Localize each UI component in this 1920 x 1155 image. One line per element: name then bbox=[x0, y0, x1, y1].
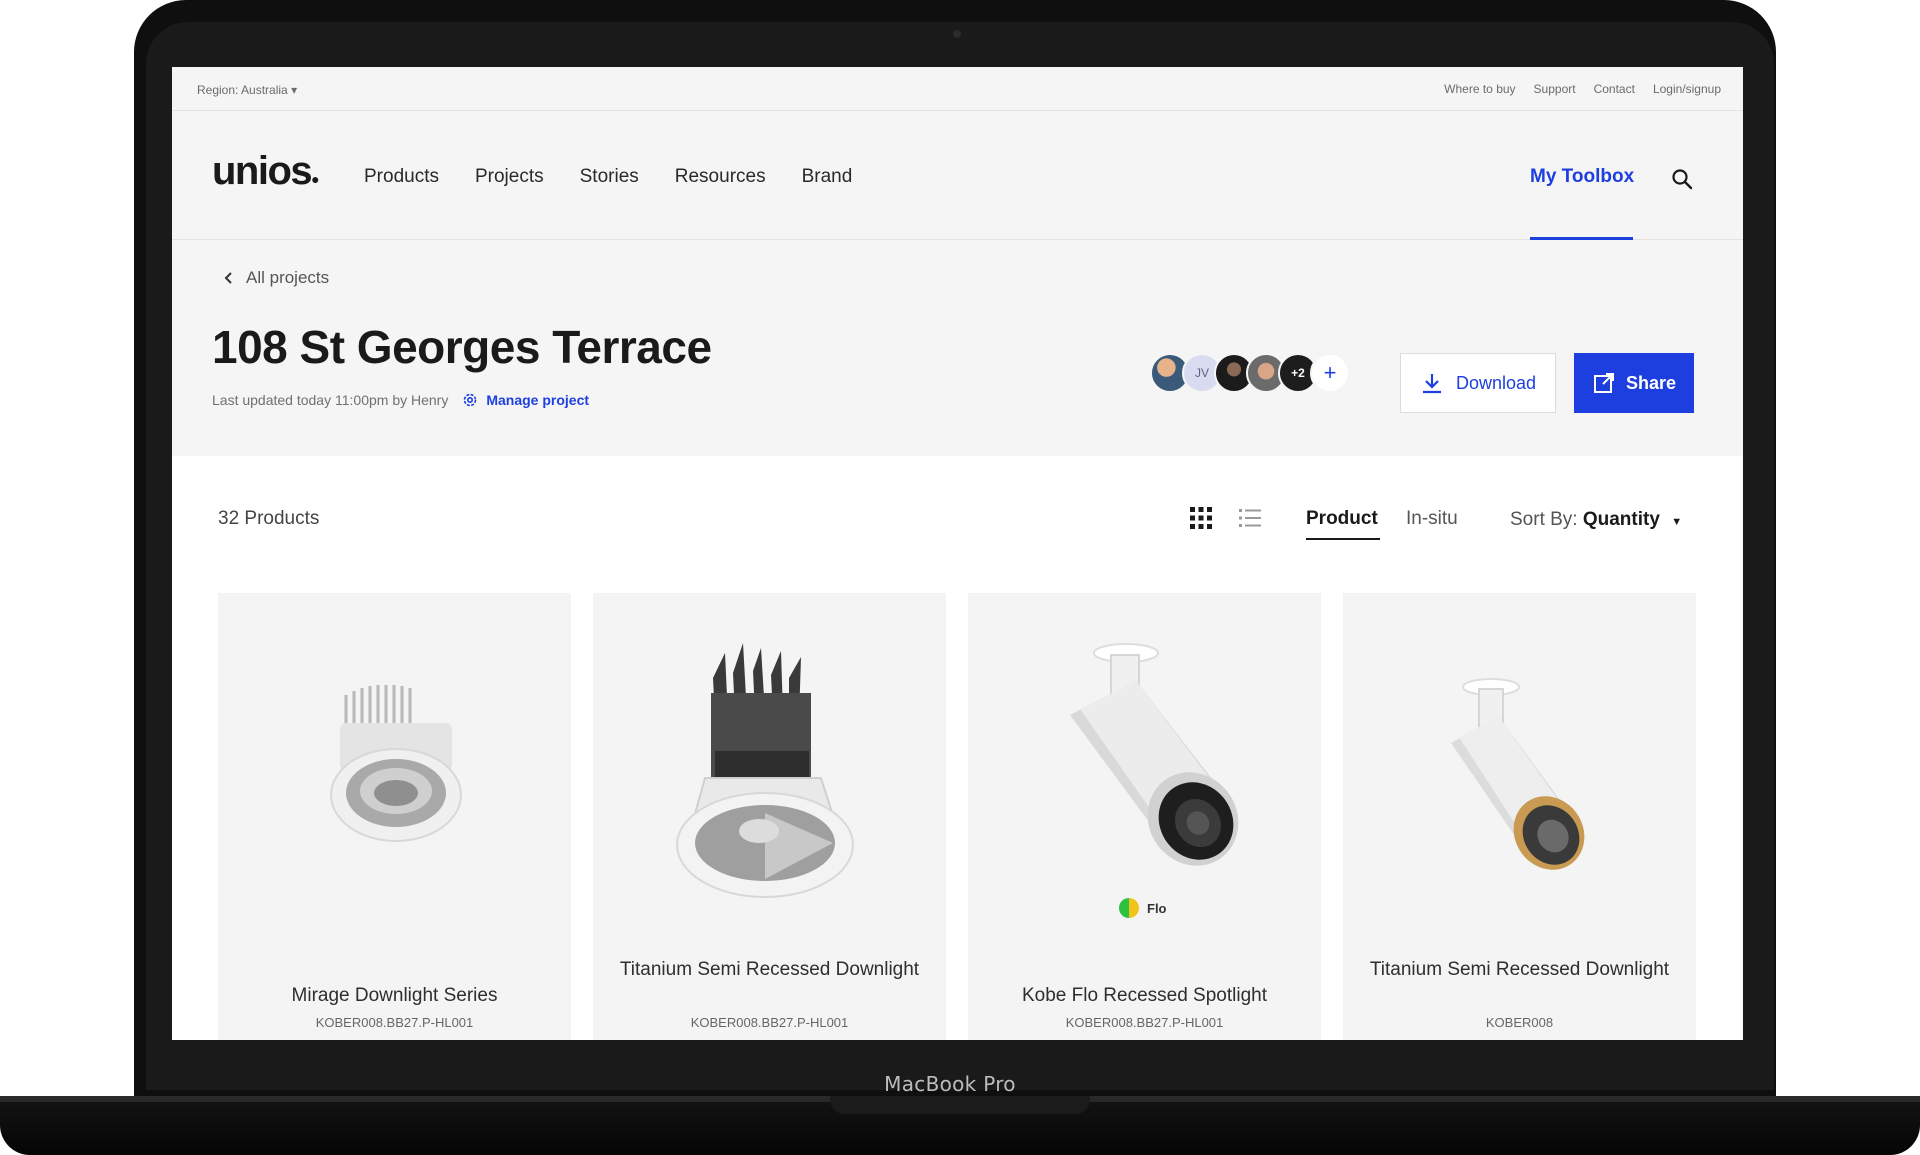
flo-badge: Flo bbox=[1119, 898, 1167, 918]
flo-icon bbox=[1119, 898, 1139, 918]
device-label: MacBook Pro bbox=[884, 1072, 1016, 1096]
flo-label: Flo bbox=[1147, 900, 1167, 916]
product-name: Titanium Semi Recessed Downlight bbox=[619, 959, 920, 980]
search-icon[interactable] bbox=[1670, 167, 1694, 191]
product-card[interactable]: Mirage Downlight Series KOBER008.BB27.P-… bbox=[218, 593, 571, 1040]
product-name: Titanium Semi Recessed Downlight bbox=[1369, 959, 1670, 980]
logo-mark: ● bbox=[311, 171, 319, 187]
camera-icon bbox=[953, 30, 961, 38]
tab-active-indicator bbox=[1306, 538, 1380, 540]
back-label: All projects bbox=[246, 268, 330, 287]
manage-project-label: Manage project bbox=[486, 392, 590, 408]
page-title: 108 St Georges Terrace bbox=[212, 321, 712, 373]
tab-product[interactable]: Product bbox=[1306, 508, 1378, 530]
product-card[interactable]: Flo Kobe Flo Recessed Spotlight KOBER008… bbox=[968, 593, 1321, 1040]
nav-item-projects[interactable]: Projects bbox=[475, 166, 544, 188]
nav-item-products[interactable]: Products bbox=[364, 166, 439, 188]
share-icon bbox=[1593, 373, 1614, 393]
download-icon bbox=[1422, 374, 1441, 394]
product-sku: KOBER008.BB27.P-HL001 bbox=[1065, 1015, 1224, 1030]
link-support[interactable]: Support bbox=[1534, 82, 1576, 96]
caret-down-icon: ▼ bbox=[1671, 516, 1683, 528]
download-label: Download bbox=[1455, 372, 1537, 393]
last-updated: Last updated today 11:00pm by Henry bbox=[212, 392, 449, 408]
nav-item-brand[interactable]: Brand bbox=[802, 166, 853, 188]
link-where-to-buy[interactable]: Where to buy bbox=[1444, 82, 1515, 96]
product-image-kobe-flo-spotlight bbox=[1070, 643, 1239, 866]
product-name: Mirage Downlight Series bbox=[291, 985, 498, 1006]
collaborators: JV +2 + bbox=[1150, 353, 1350, 393]
nav-item-stories[interactable]: Stories bbox=[580, 166, 639, 188]
caret-down-icon: ▾ bbox=[291, 83, 298, 97]
link-login[interactable]: Login/signup bbox=[1653, 82, 1721, 96]
manage-project-button[interactable]: Manage project bbox=[462, 392, 589, 408]
nav-item-resources[interactable]: Resources bbox=[675, 166, 766, 188]
sort-dropdown[interactable]: Sort By: Quantity ▼ bbox=[1510, 509, 1682, 531]
logo-text: unios bbox=[212, 149, 313, 193]
link-contact[interactable]: Contact bbox=[1594, 82, 1635, 96]
product-sku: KOBER008 bbox=[1485, 1015, 1554, 1030]
product-image-mirage-downlight bbox=[330, 685, 462, 842]
product-count: 32 Products bbox=[218, 508, 320, 529]
sort-value: Quantity bbox=[1582, 509, 1660, 530]
main-nav: unios● Products Projects Stories Resourc… bbox=[172, 111, 1743, 240]
my-toolbox-link[interactable]: My Toolbox bbox=[1530, 166, 1634, 188]
region-selector[interactable]: Region: Australia ▾ bbox=[197, 83, 297, 97]
product-card[interactable]: Titanium Semi Recessed Downlight KOBER00… bbox=[1343, 593, 1696, 1040]
product-card[interactable]: Titanium Semi Recessed Downlight KOBER00… bbox=[593, 593, 946, 1040]
share-button[interactable]: Share bbox=[1574, 353, 1694, 413]
product-name: Kobe Flo Recessed Spotlight bbox=[1021, 985, 1268, 1006]
product-listing: 32 Products Product In-situ Sort By: Qua… bbox=[172, 456, 1743, 1040]
tab-in-situ[interactable]: In-situ bbox=[1406, 508, 1458, 530]
add-collaborator-button[interactable]: + bbox=[1310, 353, 1350, 393]
laptop-notch bbox=[830, 1096, 1090, 1114]
sort-label: Sort By: bbox=[1510, 509, 1578, 530]
download-button[interactable]: Download bbox=[1400, 353, 1556, 413]
product-sku: KOBER008.BB27.P-HL001 bbox=[690, 1015, 849, 1030]
share-label: Share bbox=[1625, 372, 1677, 393]
product-sku: KOBER008.BB27.P-HL001 bbox=[315, 1015, 474, 1030]
project-header: All projects 108 St Georges Terrace Last… bbox=[172, 240, 1743, 456]
utility-links: Where to buy Support Contact Login/signu… bbox=[1444, 82, 1721, 96]
utility-bar: Region: Australia ▾ Where to buy Support… bbox=[172, 67, 1743, 111]
product-image-titanium-downlight bbox=[676, 643, 854, 898]
list-view-icon[interactable] bbox=[1238, 506, 1262, 530]
screen: Region: Australia ▾ Where to buy Support… bbox=[172, 67, 1743, 1040]
project-meta: Last updated today 11:00pm by Henry Mana… bbox=[212, 392, 589, 408]
region-label: Region: bbox=[197, 83, 239, 97]
grid-view-icon[interactable] bbox=[1189, 506, 1213, 530]
product-image-titanium-spotlight bbox=[1451, 678, 1585, 870]
back-link[interactable]: All projects bbox=[224, 268, 329, 288]
gear-icon bbox=[464, 393, 477, 407]
chevron-left-icon bbox=[224, 272, 232, 284]
logo[interactable]: unios● bbox=[212, 149, 320, 194]
region-value: Australia bbox=[241, 83, 288, 97]
nav-items: Products Projects Stories Resources Bran… bbox=[364, 166, 852, 188]
